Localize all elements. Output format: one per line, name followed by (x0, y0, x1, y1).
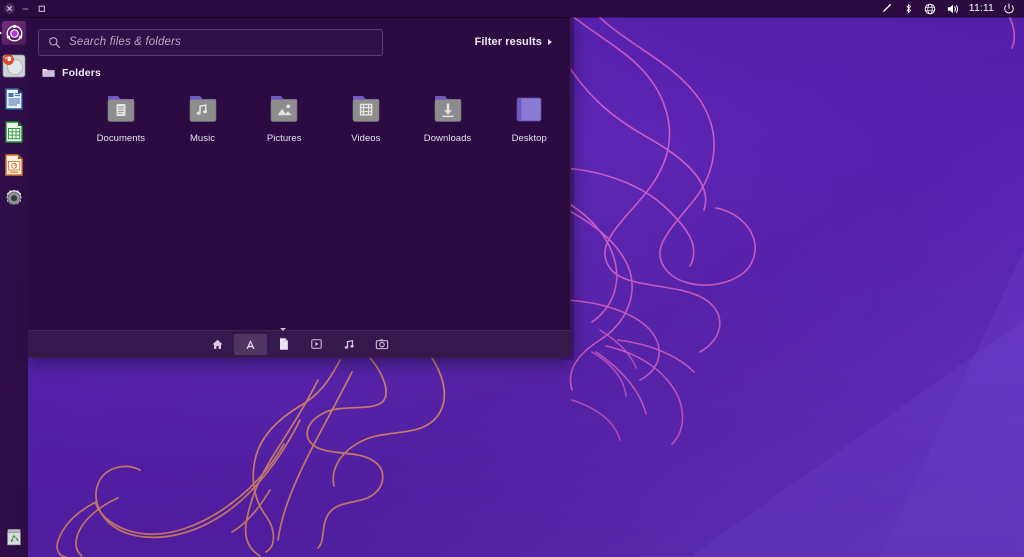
libreoffice-impress-icon (5, 154, 23, 176)
bluetooth-icon[interactable] (898, 0, 919, 17)
unity-launcher (0, 17, 28, 557)
triangle-right-icon (548, 39, 552, 45)
lens-music[interactable] (333, 334, 366, 355)
launcher-item-firefox[interactable] (2, 54, 26, 78)
top-panel: 11:11 (0, 0, 1024, 17)
volume-speaker-icon[interactable] (941, 0, 965, 17)
camera-icon (375, 339, 389, 350)
result-pictures[interactable]: Pictures (243, 90, 325, 144)
music-note-icon (344, 339, 354, 349)
lens-files[interactable] (267, 327, 300, 355)
result-music[interactable]: Music (162, 90, 244, 144)
maximize-button[interactable] (36, 3, 47, 14)
libreoffice-writer-icon (5, 88, 23, 110)
folder-icon (42, 69, 55, 77)
lens-home[interactable] (201, 334, 234, 355)
result-desktop[interactable]: Desktop (488, 90, 570, 144)
panel-indicators[interactable]: 11:11 (875, 0, 1024, 17)
folder-videos-icon (352, 96, 380, 122)
lens-applications[interactable] (233, 333, 267, 355)
launcher-item-dash[interactable] (0, 21, 26, 45)
dash-search-row: Search files & folders Filter results (28, 23, 570, 61)
search-placeholder: Search files & folders (69, 36, 181, 48)
libreoffice-calc-icon (5, 121, 23, 143)
lens-video[interactable] (300, 334, 333, 355)
document-page-icon (279, 338, 288, 350)
minimize-button[interactable] (20, 3, 31, 14)
results-group-title: Folders (62, 66, 101, 79)
unity-dash: Search files & folders Filter results Fo… (28, 17, 571, 358)
launcher-item-calc[interactable] (2, 120, 26, 144)
lens-photos[interactable] (366, 334, 399, 355)
result-label: Music (189, 133, 216, 144)
power-icon[interactable] (998, 0, 1020, 17)
home-icon (211, 339, 223, 349)
gear-icon (6, 189, 22, 205)
lens-active-marker (280, 327, 286, 331)
trash-icon (7, 529, 21, 546)
filter-results-label: Filter results (474, 36, 542, 48)
folder-documents-icon (107, 96, 135, 122)
result-label: Desktop (511, 133, 547, 144)
globe-network-icon[interactable] (919, 0, 941, 17)
search-icon (49, 36, 61, 48)
video-play-icon (310, 339, 322, 349)
launcher-item-settings[interactable] (2, 186, 26, 210)
filter-results-button[interactable]: Filter results (475, 36, 560, 48)
launcher-item-trash[interactable] (2, 525, 26, 549)
close-button[interactable] (4, 3, 15, 14)
results-group-header[interactable]: Folders (28, 61, 570, 81)
folder-downloads-icon (434, 96, 461, 122)
result-downloads[interactable]: Downloads (407, 90, 489, 144)
result-label: Videos (351, 133, 381, 144)
ubuntu-bfb-icon (2, 21, 26, 45)
results-grid: Documents Music Pictures Videos Download… (28, 81, 570, 144)
search-input[interactable]: Search files & folders (38, 28, 383, 56)
firefox-icon (2, 54, 26, 78)
result-videos[interactable]: Videos (325, 90, 407, 144)
launcher-item-impress[interactable] (2, 153, 26, 177)
result-documents[interactable]: Documents (80, 90, 162, 144)
dash-lens-bar (28, 327, 570, 357)
pencil-icon[interactable] (875, 0, 898, 17)
applications-a-icon (245, 339, 255, 349)
folder-music-icon (189, 96, 216, 122)
window-controls[interactable] (0, 3, 47, 14)
clock[interactable]: 11:11 (965, 0, 998, 17)
folder-pictures-icon (270, 96, 298, 122)
result-label: Downloads (423, 133, 472, 144)
result-label: Pictures (266, 133, 302, 144)
folder-desktop-icon (516, 97, 542, 122)
result-label: Documents (96, 133, 146, 144)
launcher-item-writer[interactable] (2, 87, 26, 111)
